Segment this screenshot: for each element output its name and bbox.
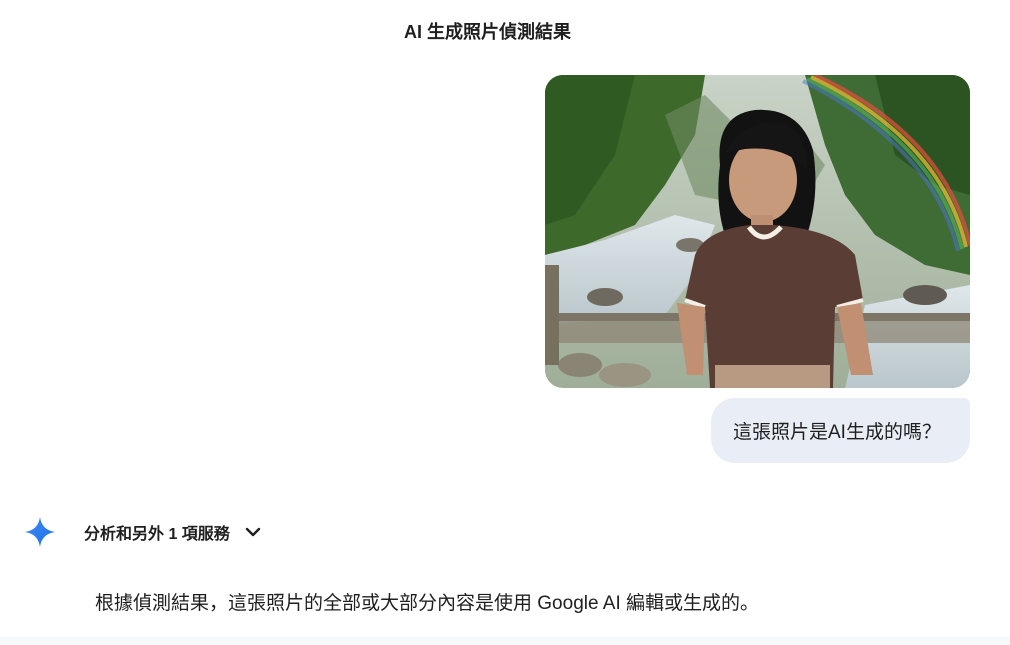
user-message-bubble: 這張照片是AI生成的嗎？ (711, 398, 970, 463)
tools-expander[interactable]: 分析和另外 1 項服務 (84, 518, 262, 546)
tools-label: 分析和另外 1 項服務 (84, 526, 230, 543)
model-answer-text: 根據偵測結果，這張照片的全部或大部分內容是使用 Google AI 編輯或生成的… (95, 593, 760, 614)
gemini-spark-icon (24, 516, 56, 548)
photo-illustration (545, 75, 970, 388)
bottom-divider (0, 637, 1010, 645)
page-title: AI 生成照片偵測結果 (403, 22, 571, 42)
chevron-down-icon[interactable] (244, 523, 262, 541)
user-message-text: 這張照片是AI生成的嗎？ (733, 422, 941, 443)
uploaded-photo[interactable] (545, 75, 970, 388)
